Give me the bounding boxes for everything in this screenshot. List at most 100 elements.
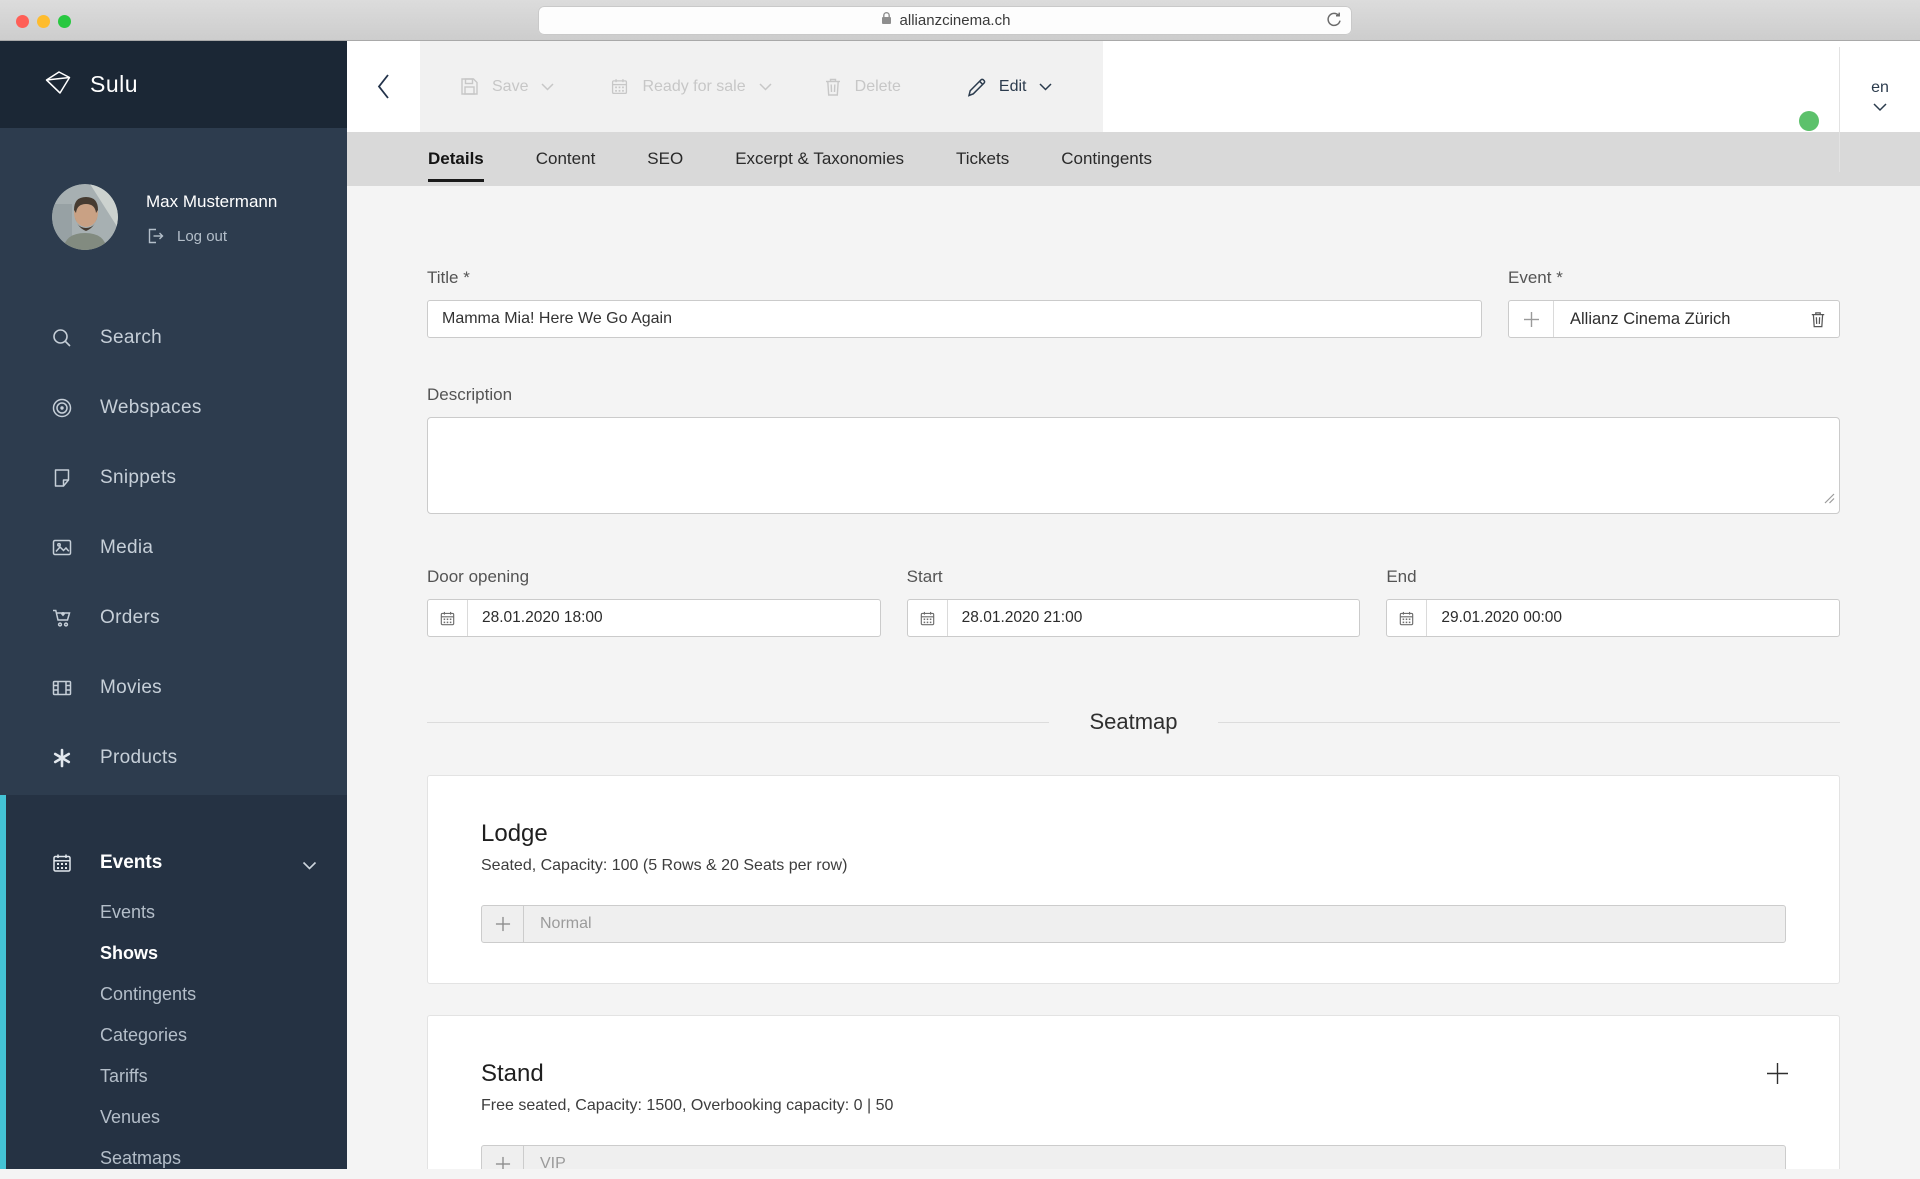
block-title: Stand: [481, 1016, 1786, 1088]
start-input[interactable]: 28.01.2020 21:00: [907, 599, 1361, 637]
tab-content[interactable]: Content: [536, 132, 596, 186]
edit-button[interactable]: Edit: [966, 77, 1053, 97]
sidebar-item-snippets[interactable]: Snippets: [0, 443, 347, 513]
lock-icon: [880, 11, 893, 30]
tab-tickets[interactable]: Tickets: [956, 132, 1009, 186]
plus-icon: [495, 1156, 511, 1169]
plus-icon: [1766, 1062, 1789, 1085]
form-content: Title * Event * Allianz Cinema Zürich De…: [347, 186, 1920, 1169]
divider-line: [427, 722, 1049, 723]
chevron-down-icon: [1873, 103, 1887, 112]
logout-label: Log out: [177, 228, 227, 245]
chevron-left-icon: [376, 73, 391, 100]
sidebar-subitem-seatmaps[interactable]: Seatmaps: [0, 1138, 347, 1179]
save-button[interactable]: Save: [460, 77, 554, 96]
events-submenu: Events Shows Contingents Categories Tari…: [0, 892, 347, 1179]
minimize-window-button[interactable]: [37, 15, 50, 28]
main-menu: Search Webspaces Snippets Media Orders M…: [0, 303, 347, 793]
logout-button[interactable]: Log out: [146, 227, 277, 245]
toolbar: Save Ready for sale Delete Edit en: [347, 41, 1920, 132]
add-block-item-button[interactable]: [1766, 1062, 1789, 1090]
zoom-window-button[interactable]: [58, 15, 71, 28]
tab-seo[interactable]: SEO: [647, 132, 683, 186]
shopping-cart-icon: [50, 607, 74, 629]
title-input[interactable]: [427, 300, 1482, 338]
sidebar-item-webspaces[interactable]: Webspaces: [0, 373, 347, 443]
title-label: Title *: [427, 268, 1482, 288]
calendar-icon: [1387, 600, 1427, 636]
end-value: 29.01.2020 00:00: [1427, 609, 1562, 627]
end-input[interactable]: 29.01.2020 00:00: [1386, 599, 1840, 637]
calendar-icon: [610, 77, 629, 96]
event-picker[interactable]: Allianz Cinema Zürich: [1508, 300, 1840, 338]
browser-chrome: allianzcinema.ch: [0, 0, 1920, 41]
refresh-icon[interactable]: [1325, 11, 1343, 34]
sidebar-item-movies[interactable]: Movies: [0, 653, 347, 723]
start-value: 28.01.2020 21:00: [948, 609, 1083, 627]
ready-for-sale-button[interactable]: Ready for sale: [610, 77, 771, 96]
back-button[interactable]: [347, 41, 420, 132]
film-icon: [50, 677, 74, 699]
user-name: Max Mustermann: [146, 192, 277, 212]
user-profile: Max Mustermann Log out: [0, 128, 347, 250]
add-tariff-button[interactable]: [482, 906, 524, 942]
add-tariff-button[interactable]: [482, 1146, 524, 1169]
plus-icon: [495, 916, 511, 932]
address-bar[interactable]: allianzcinema.ch: [538, 6, 1352, 35]
sidebar-item-products[interactable]: Products: [0, 723, 347, 793]
plus-icon: [1523, 311, 1540, 328]
calendar-icon: [428, 600, 468, 636]
tariff-input[interactable]: [524, 906, 1785, 942]
delete-button[interactable]: Delete: [824, 77, 914, 97]
tariff-input[interactable]: [524, 1146, 1785, 1169]
status-dot: [1799, 111, 1819, 131]
chevron-down-icon: [302, 857, 317, 875]
sidebar-item-orders[interactable]: Orders: [0, 583, 347, 653]
remove-event-button[interactable]: [1810, 310, 1826, 334]
trash-icon: [1810, 310, 1826, 329]
block-title: Lodge: [481, 776, 1786, 848]
sidebar-subitem-events[interactable]: Events: [0, 892, 347, 933]
seatmap-section-title: Seatmap: [1089, 709, 1177, 735]
tab-excerpt-taxonomies[interactable]: Excerpt & Taxonomies: [735, 132, 904, 186]
chevron-down-icon: [759, 83, 772, 91]
sidebar-subitem-shows[interactable]: Shows: [0, 933, 347, 974]
add-event-button[interactable]: [1509, 301, 1554, 337]
tab-details[interactable]: Details: [428, 132, 484, 186]
door-opening-value: 28.01.2020 18:00: [468, 609, 603, 627]
target-circles-icon: [50, 397, 74, 419]
seatmap-block-lodge: Lodge Seated, Capacity: 100 (5 Rows & 20…: [427, 775, 1840, 984]
sidebar-subitem-tariffs[interactable]: Tariffs: [0, 1056, 347, 1097]
calendar-icon: [908, 600, 948, 636]
sidebar-subitem-contingents[interactable]: Contingents: [0, 974, 347, 1015]
locale-switcher[interactable]: en: [1840, 41, 1920, 132]
event-label: Event *: [1508, 268, 1840, 288]
sidebar-item-search[interactable]: Search: [0, 303, 347, 373]
door-opening-input[interactable]: 28.01.2020 18:00: [427, 599, 881, 637]
divider-line: [1218, 722, 1840, 723]
sidebar-subitem-venues[interactable]: Venues: [0, 1097, 347, 1138]
close-window-button[interactable]: [16, 15, 29, 28]
origami-icon: [44, 69, 72, 101]
description-textarea[interactable]: [427, 417, 1840, 514]
door-opening-label: Door opening: [427, 567, 881, 587]
tab-contingents[interactable]: Contingents: [1061, 132, 1152, 186]
sidebar-item-media[interactable]: Media: [0, 513, 347, 583]
logout-icon: [146, 227, 164, 245]
block-details: Seated, Capacity: 100 (5 Rows & 20 Seats…: [481, 856, 1786, 875]
events-section: Events Events Shows Contingents Categori…: [0, 795, 347, 1169]
snippet-page-icon: [50, 467, 74, 489]
sidebar: Sulu Max Mustermann Log out: [0, 41, 347, 1169]
pencil-icon: [966, 77, 986, 97]
seatmap-section-divider: Seatmap: [427, 709, 1840, 735]
start-label: Start: [907, 567, 1361, 587]
sidebar-item-events[interactable]: Events: [0, 845, 347, 881]
tab-bar: Details Content SEO Excerpt & Taxonomies…: [347, 132, 1920, 186]
event-value: Allianz Cinema Zürich: [1554, 310, 1730, 329]
resize-handle-icon[interactable]: [1824, 491, 1835, 509]
window-controls: [16, 15, 71, 28]
locale-value: en: [1871, 79, 1889, 97]
block-details: Free seated, Capacity: 1500, Overbooking…: [481, 1096, 1786, 1115]
sidebar-subitem-categories[interactable]: Categories: [0, 1015, 347, 1056]
main-area: Save Ready for sale Delete Edit en: [347, 41, 1920, 1169]
